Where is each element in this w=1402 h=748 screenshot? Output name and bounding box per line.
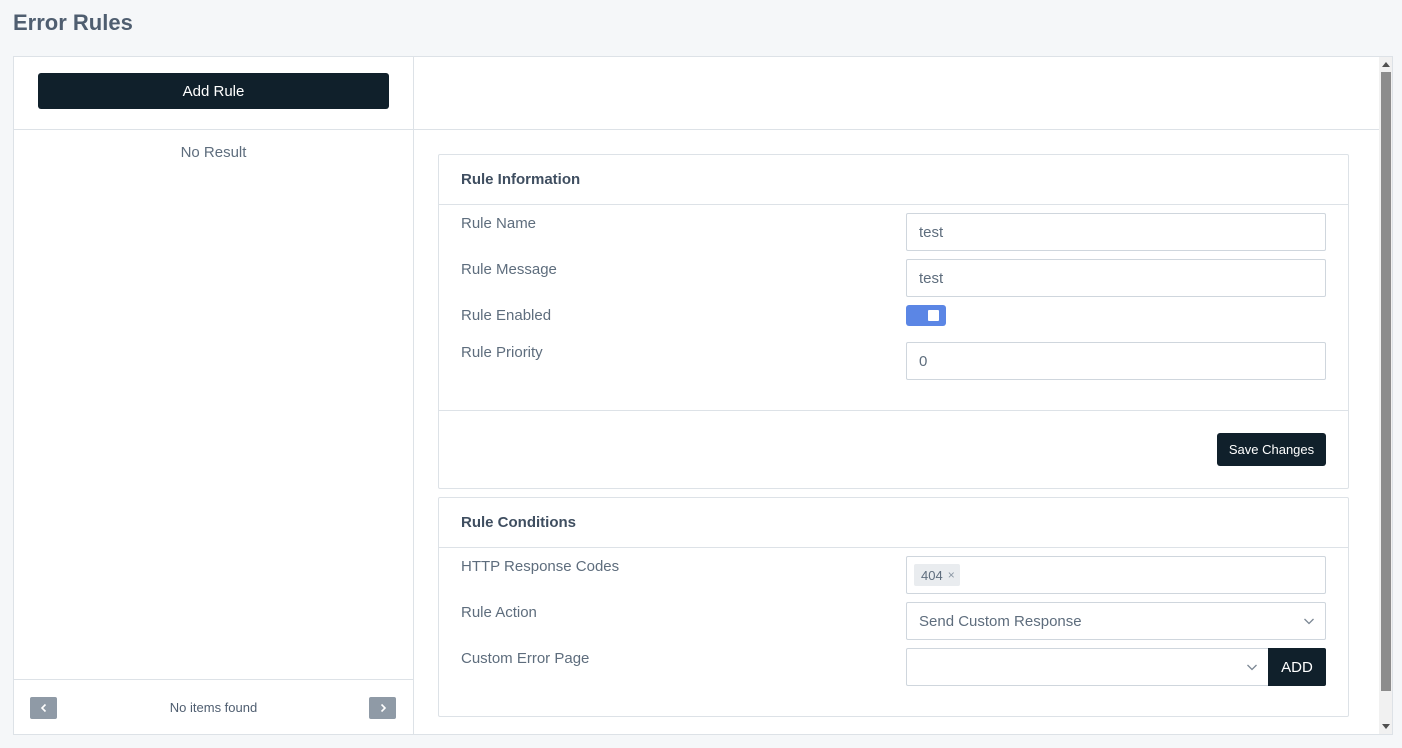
rule-priority-input[interactable] bbox=[906, 342, 1326, 380]
rule-list-panel: Add Rule No Result No items found bbox=[14, 57, 414, 734]
scroll-up-arrow-icon[interactable] bbox=[1382, 62, 1390, 67]
page-title: Error Rules bbox=[13, 10, 133, 35]
rule-message-input[interactable] bbox=[906, 259, 1326, 297]
add-error-page-button[interactable]: ADD bbox=[1268, 648, 1326, 686]
pagination-status: No items found bbox=[169, 700, 258, 715]
rules-frame: Add Rule No Result No items found Rule I… bbox=[13, 56, 1393, 735]
rule-name-label: Rule Name bbox=[461, 215, 537, 232]
scrollbar[interactable] bbox=[1379, 57, 1392, 734]
scroll-down-arrow-icon[interactable] bbox=[1382, 724, 1390, 729]
rule-conditions-panel: Rule Conditions HTTP Response Codes 404 … bbox=[438, 497, 1349, 717]
empty-list-text: No Result bbox=[180, 144, 247, 161]
detail-header bbox=[414, 57, 1379, 130]
rule-message-label: Rule Message bbox=[461, 261, 557, 278]
http-code-tag-label: 404 bbox=[921, 567, 943, 583]
next-page-button[interactable] bbox=[369, 697, 396, 719]
rule-action-label: Rule Action bbox=[461, 604, 537, 621]
rule-priority-label: Rule Priority bbox=[461, 344, 543, 361]
toggle-knob bbox=[928, 310, 939, 321]
rule-list-header: Add Rule bbox=[14, 57, 413, 130]
scrollbar-thumb[interactable] bbox=[1381, 72, 1391, 691]
custom-error-page-select[interactable] bbox=[906, 648, 1269, 686]
add-rule-button[interactable]: Add Rule bbox=[38, 73, 389, 109]
rule-list-pagination: No items found bbox=[14, 679, 413, 734]
panel-divider bbox=[439, 410, 1348, 411]
rule-action-value: Send Custom Response bbox=[919, 612, 1082, 630]
chevron-down-icon bbox=[1304, 618, 1314, 625]
http-code-tag: 404 × bbox=[914, 564, 960, 586]
chevron-right-icon bbox=[380, 703, 386, 713]
save-changes-button[interactable]: Save Changes bbox=[1217, 433, 1326, 466]
chevron-down-icon bbox=[1247, 664, 1257, 671]
rule-name-input[interactable] bbox=[906, 213, 1326, 251]
rule-action-select[interactable]: Send Custom Response bbox=[906, 602, 1326, 640]
rule-information-panel: Rule Information Rule Name Rule Message … bbox=[438, 154, 1349, 489]
close-icon[interactable]: × bbox=[948, 568, 955, 582]
http-codes-input[interactable]: 404 × bbox=[906, 556, 1326, 594]
rule-enabled-toggle[interactable] bbox=[906, 305, 946, 326]
custom-error-page-label: Custom Error Page bbox=[461, 650, 590, 667]
rule-information-heading: Rule Information bbox=[439, 155, 1348, 205]
rule-enabled-label: Rule Enabled bbox=[461, 307, 552, 324]
http-codes-label: HTTP Response Codes bbox=[461, 558, 620, 575]
rule-conditions-heading: Rule Conditions bbox=[439, 498, 1348, 548]
